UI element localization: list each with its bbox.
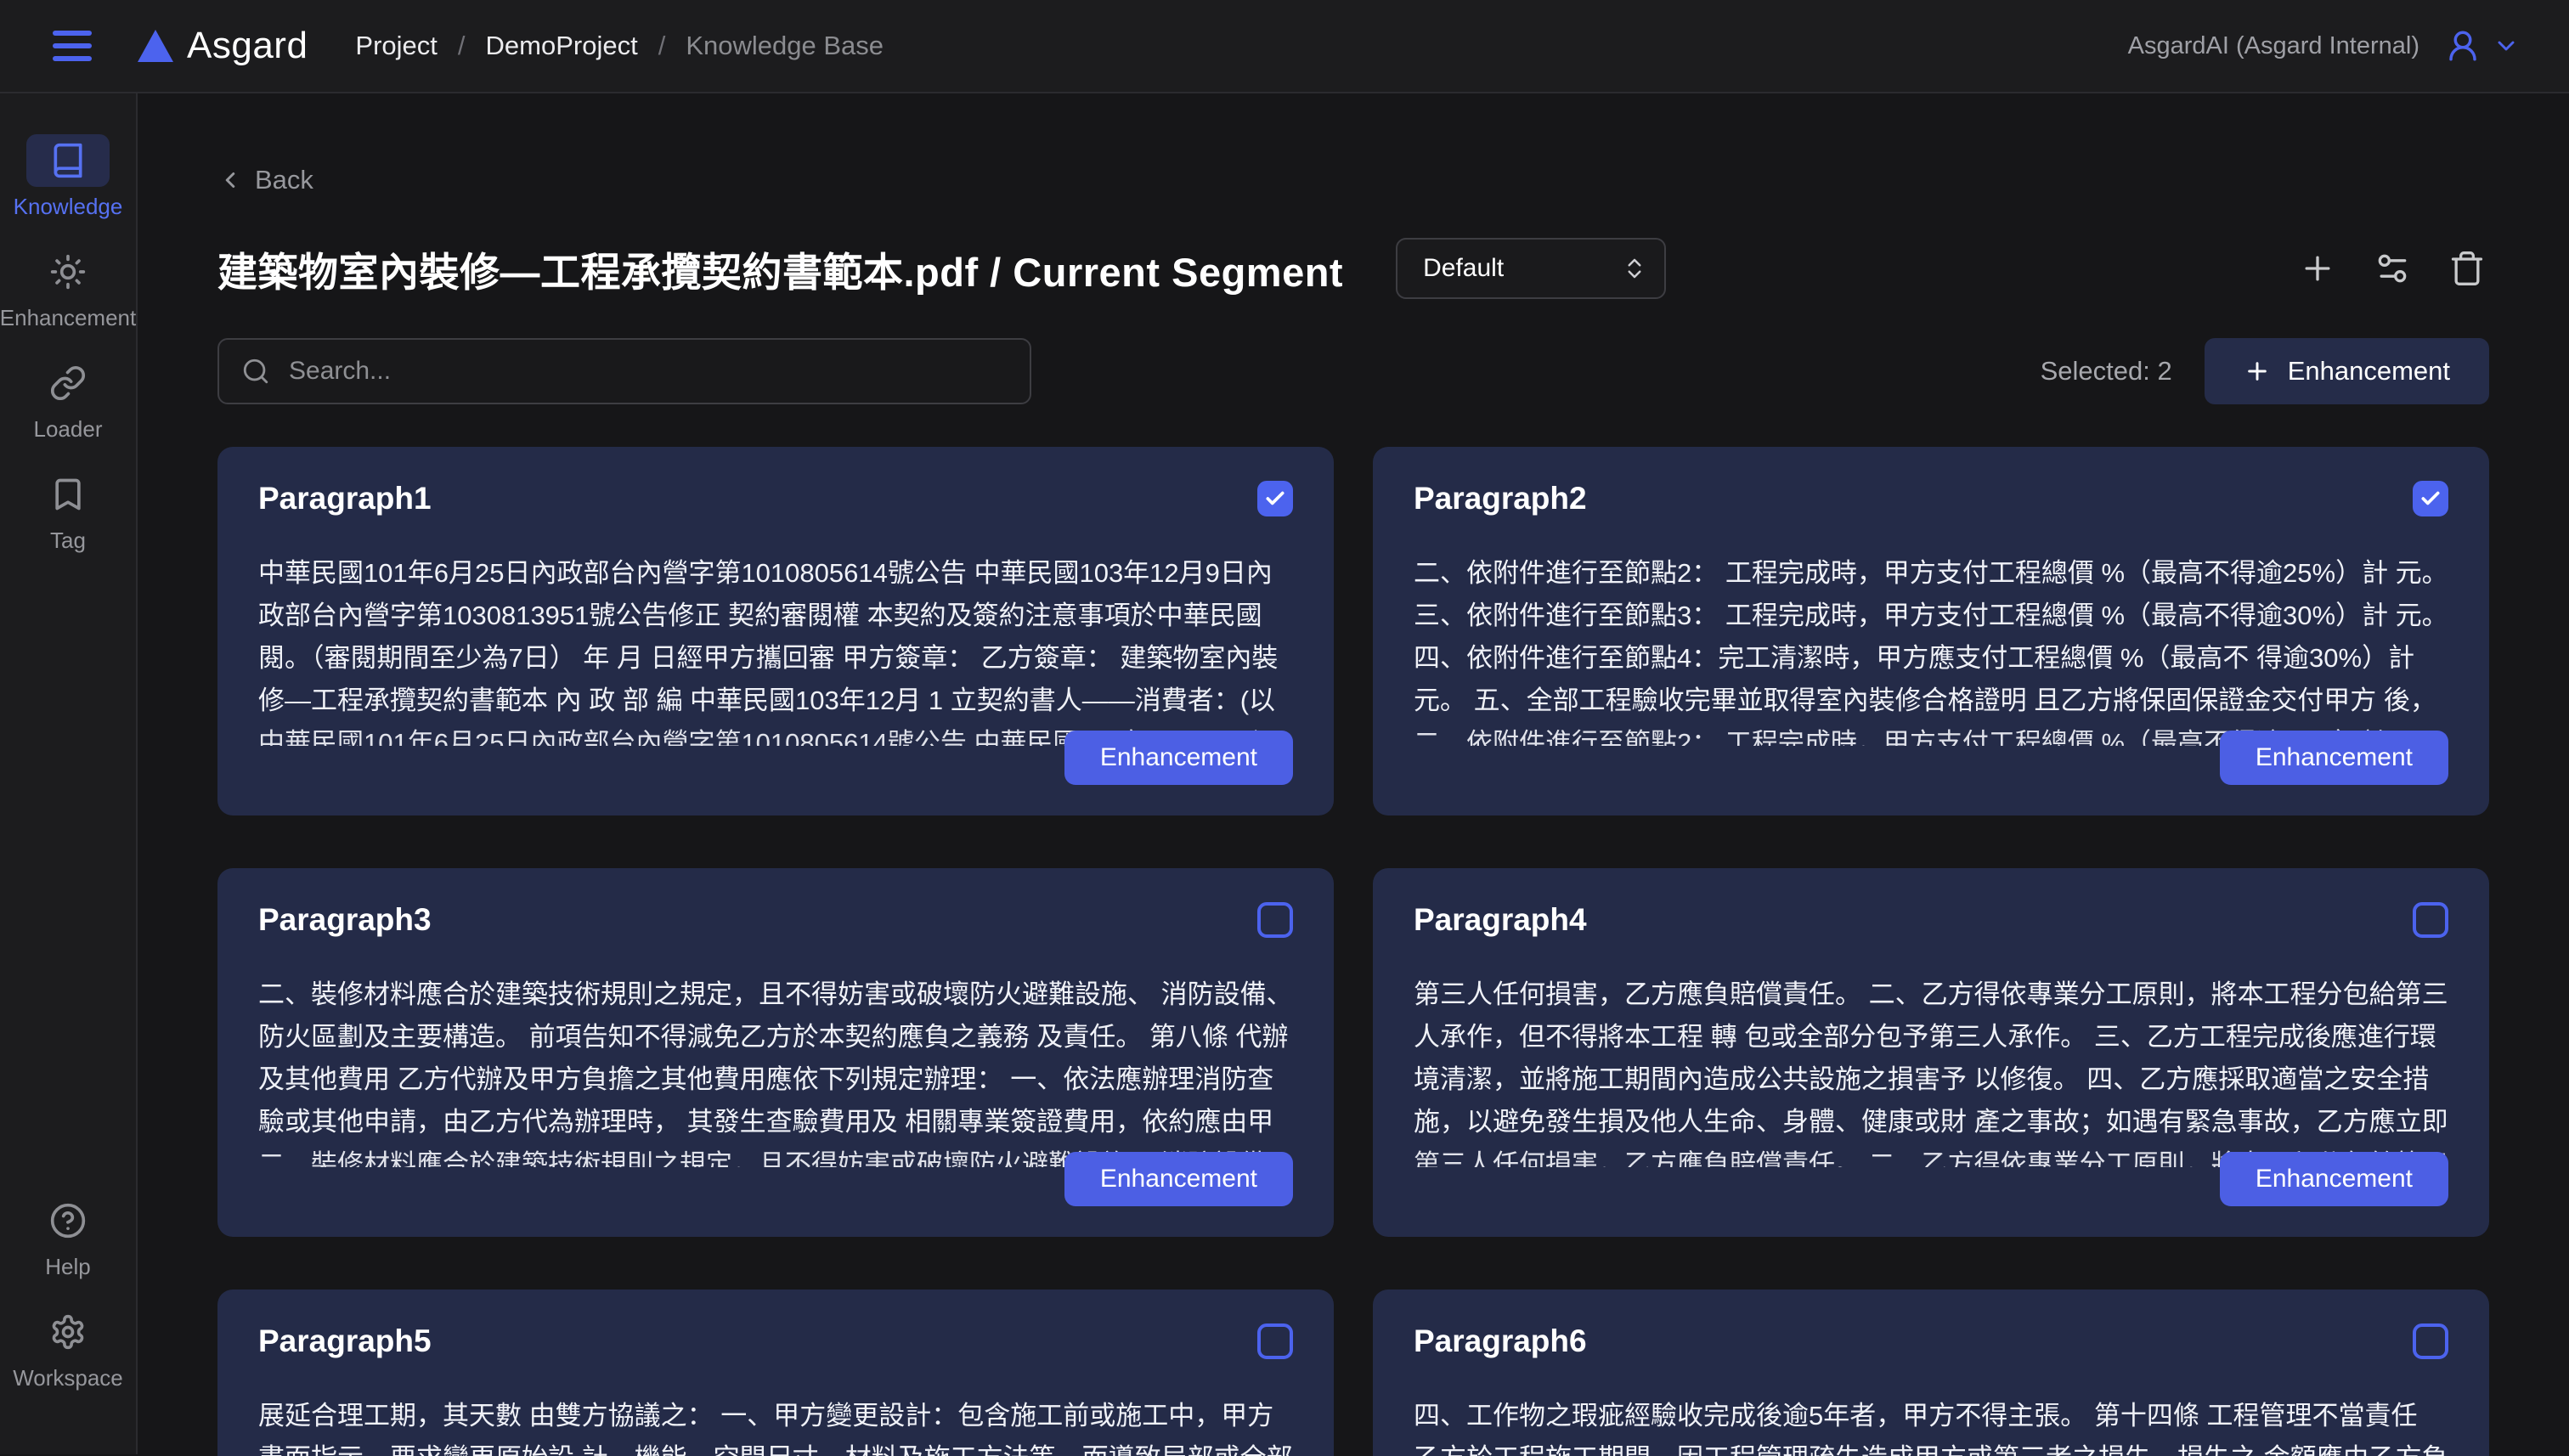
link-icon (26, 357, 110, 409)
breadcrumb: Project / DemoProject / Knowledge Base (355, 31, 884, 61)
sidebar-label: Help (45, 1254, 90, 1280)
paragraph-card: Paragraph2 二、依附件進行至節點2： 工程完成時，甲方支付工程總價 %… (1373, 447, 2489, 815)
hamburger-menu-button[interactable] (49, 27, 95, 65)
card-text: 中華民國101年6月25日內政部台內營字第1010805614號公告 中華民國1… (258, 552, 1293, 722)
bookmark-icon (26, 468, 110, 521)
check-icon (2419, 488, 2442, 510)
add-segment-button[interactable] (2295, 246, 2340, 291)
search-input[interactable] (289, 357, 1008, 386)
delete-segment-button[interactable] (2445, 246, 2489, 291)
card-title: Paragraph3 (258, 902, 432, 938)
user-icon[interactable] (2445, 28, 2481, 64)
card-text: 展延合理工期，其天數 由雙方協議之： 一、甲方變更設計：包含施工前或施工中，甲方… (258, 1395, 1293, 1456)
back-label: Back (255, 165, 313, 195)
back-button[interactable]: Back (217, 165, 313, 195)
sidebar-label: Loader (34, 416, 103, 443)
sidebar-item-knowledge[interactable]: Knowledge (14, 134, 123, 220)
sidebar-label: Enhancement (0, 305, 136, 331)
card-enhancement-button[interactable]: Enhancement (1064, 731, 1293, 785)
plus-icon (2244, 358, 2271, 385)
card-title: Paragraph6 (1414, 1323, 1587, 1359)
card-text: 第三人任何損害，乙方應負賠償責任。 二、乙方得依專業分工原則，將本工程分包給第三… (1414, 973, 2448, 1143)
paragraph-card: Paragraph4 第三人任何損害，乙方應負賠償責任。 二、乙方得依專業分工原… (1373, 868, 2489, 1237)
paragraph-grid: Paragraph1 中華民國101年6月25日內政部台內營字第10108056… (217, 447, 2489, 1456)
sidebar-item-help[interactable]: Help (26, 1194, 110, 1280)
trash-icon (2448, 250, 2486, 287)
help-icon (26, 1194, 110, 1247)
gear-icon (26, 1306, 110, 1358)
card-checkbox[interactable] (1257, 481, 1293, 516)
chevrons-up-down-icon (1622, 256, 1647, 281)
sidebar-label: Knowledge (14, 194, 123, 220)
asgard-triangle-logo-icon (138, 30, 173, 62)
breadcrumb-knowledge-base: Knowledge Base (686, 31, 884, 61)
breadcrumb-separator: / (658, 31, 666, 61)
card-text: 二、裝修材料應合於建築技術規則之規定，且不得妨害或破壞防火避難設施、 消防設備、… (258, 973, 1293, 1143)
page-title: 建築物室內裝修—工程承攬契約書範本.pdf / Current Segment (217, 240, 1343, 298)
sun-icon (26, 245, 110, 298)
app-root: Asgard Project / DemoProject / Knowledge… (0, 0, 2569, 1454)
card-title: Paragraph1 (258, 481, 432, 516)
card-text: 四、工作物之瑕疵經驗收完成後逾5年者，甲方不得主張。 第十四條 工程管理不當責任… (1414, 1395, 2448, 1456)
brand: Asgard (138, 25, 308, 67)
segment-settings-button[interactable] (2370, 246, 2414, 291)
sidebar-label: Tag (50, 528, 86, 554)
card-checkbox[interactable] (2413, 481, 2448, 516)
breadcrumb-demoproject[interactable]: DemoProject (486, 31, 638, 61)
selected-count-label: Selected: 2 (2041, 356, 2172, 387)
paragraph-card: Paragraph6 四、工作物之瑕疵經驗收完成後逾5年者，甲方不得主張。 第十… (1373, 1290, 2489, 1456)
segment-select[interactable]: Default (1396, 238, 1666, 299)
add-enhancement-button[interactable]: Enhancement (2205, 338, 2489, 404)
sidebar-item-workspace[interactable]: Workspace (13, 1306, 123, 1391)
sliders-icon (2374, 250, 2411, 287)
card-checkbox[interactable] (1257, 1323, 1293, 1359)
book-icon (26, 134, 110, 187)
chevron-left-icon (217, 167, 243, 193)
card-title: Paragraph4 (1414, 902, 1587, 938)
sidebar-item-loader[interactable]: Loader (26, 357, 110, 443)
card-title: Paragraph5 (258, 1323, 432, 1359)
paragraph-card: Paragraph3 二、裝修材料應合於建築技術規則之規定，且不得妨害或破壞防火… (217, 868, 1334, 1237)
topbar: Asgard Project / DemoProject / Knowledge… (0, 0, 2569, 93)
card-enhancement-button[interactable]: Enhancement (2220, 731, 2448, 785)
card-checkbox[interactable] (2413, 902, 2448, 938)
brand-name: Asgard (187, 25, 308, 67)
card-title: Paragraph2 (1414, 481, 1587, 516)
search-box (217, 338, 1031, 404)
card-enhancement-button[interactable]: Enhancement (2220, 1152, 2448, 1206)
card-text: 二、依附件進行至節點2： 工程完成時，甲方支付工程總價 %（最高不得逾25%）計… (1414, 552, 2448, 722)
main-content: Back 建築物室內裝修—工程承攬契約書範本.pdf / Current Seg… (138, 93, 2569, 1454)
breadcrumb-separator: / (458, 31, 466, 61)
check-icon (1264, 488, 1286, 510)
search-icon (241, 357, 270, 386)
breadcrumb-project[interactable]: Project (355, 31, 437, 61)
paragraph-card: Paragraph5 展延合理工期，其天數 由雙方協議之： 一、甲方變更設計：包… (217, 1290, 1334, 1456)
paragraph-card: Paragraph1 中華民國101年6月25日內政部台內營字第10108056… (217, 447, 1334, 815)
sidebar: Knowledge Enhancement Loader Tag (0, 93, 138, 1454)
title-actions (2295, 246, 2489, 291)
sidebar-label: Workspace (13, 1365, 123, 1391)
account-area: AsgardAI (Asgard Internal) (2128, 28, 2520, 64)
account-name: AsgardAI (Asgard Internal) (2128, 32, 2419, 60)
sidebar-item-tag[interactable]: Tag (26, 468, 110, 554)
account-chevron-down-icon[interactable] (2493, 32, 2520, 59)
segment-select-value: Default (1423, 254, 1504, 283)
card-checkbox[interactable] (1257, 902, 1293, 938)
card-checkbox[interactable] (2413, 1323, 2448, 1359)
plus-icon (2299, 250, 2336, 287)
card-enhancement-button[interactable]: Enhancement (1064, 1152, 1293, 1206)
sidebar-item-enhancement[interactable]: Enhancement (0, 245, 136, 331)
